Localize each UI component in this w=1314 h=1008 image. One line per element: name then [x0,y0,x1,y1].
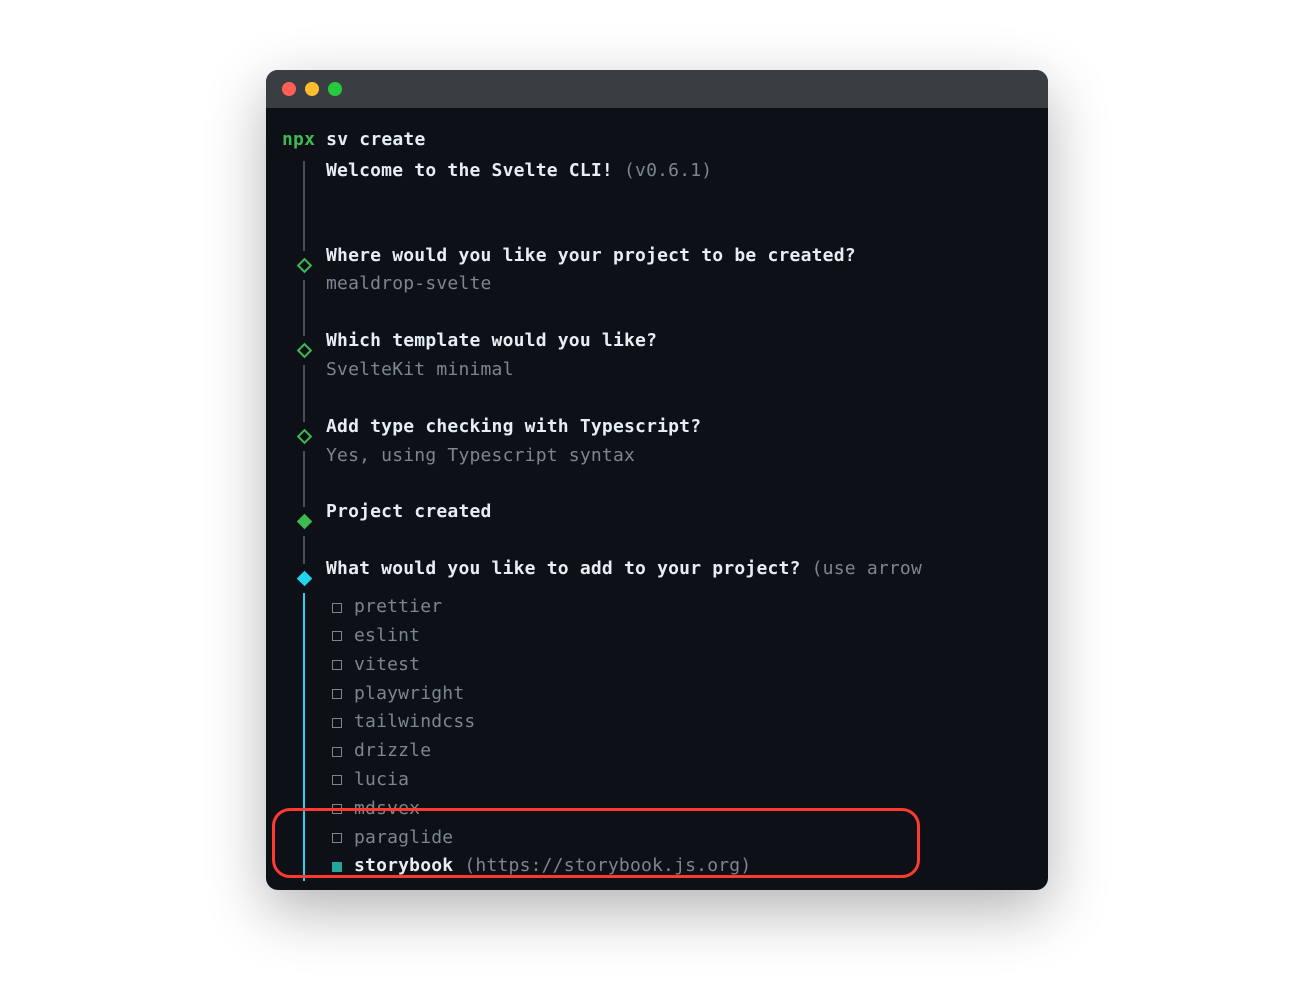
checkbox-empty-icon [332,603,342,613]
diamond-icon [296,343,312,359]
checkbox-empty-icon [332,689,342,699]
option-url: (https://storybook.js.org) [464,855,751,876]
step-question: Where would you like your project to be … [326,242,1032,271]
npx-prefix: npx [282,129,315,150]
option-mdsvex[interactable]: mdsvex [332,795,1032,824]
diamond-icon [296,257,312,273]
step-project-location: Where would you like your project to be … [282,242,1032,328]
diamond-active-icon [296,571,312,587]
step-question: Which template would you like? [326,327,1032,356]
option-label: prettier [354,593,442,622]
checkbox-empty-icon [332,833,342,843]
terminal-body: npx sv create Welcome to the Svelte CLI!… [266,108,1048,890]
option-storybook[interactable]: storybook (https://storybook.js.org) [332,852,1032,881]
checkbox-empty-icon [332,775,342,785]
diamond-filled-icon [296,514,312,530]
option-paraglide[interactable]: paraglide [332,824,1032,853]
checkbox-empty-icon [332,718,342,728]
step-typescript: Add type checking with Typescript? Yes, … [282,413,1032,499]
welcome-version: (v0.6.1) [624,160,712,181]
option-label: drizzle [354,737,431,766]
current-question: What would you like to add to your proje… [326,558,801,579]
option-tailwindcss[interactable]: tailwindcss [332,708,1032,737]
minimize-icon[interactable] [305,82,319,96]
step-project-created: Project created [282,498,1032,555]
option-drizzle[interactable]: drizzle [332,737,1032,766]
terminal-window: npx sv create Welcome to the Svelte CLI!… [266,70,1048,890]
option-playwright[interactable]: playwright [332,680,1032,709]
titlebar [266,70,1048,108]
step-template: Which template would you like? SvelteKit… [282,327,1032,413]
option-eslint[interactable]: eslint [332,622,1032,651]
option-vitest[interactable]: vitest [332,651,1032,680]
maximize-icon[interactable] [328,82,342,96]
welcome-text: Welcome to the Svelte CLI! [326,160,613,181]
step-question: Add type checking with Typescript? [326,413,1032,442]
current-hint: (use arrow [812,558,922,579]
option-label: storybook [354,855,453,876]
checkbox-empty-icon [332,747,342,757]
created-text: Project created [326,498,1032,527]
checkbox-empty-icon [332,631,342,641]
option-label: lucia [354,766,409,795]
option-label: paraglide [354,824,453,853]
step-answer: Yes, using Typescript syntax [326,442,1032,471]
checkbox-filled-icon [332,862,342,872]
step-add-to-project: What would you like to add to your proje… [282,555,1032,593]
checkbox-empty-icon [332,804,342,814]
command-line: npx sv create [282,126,1032,155]
command-text: sv create [326,129,425,150]
option-label: eslint [354,622,420,651]
close-icon[interactable] [282,82,296,96]
option-prettier[interactable]: prettier [332,593,1032,622]
step-answer: SvelteKit minimal [326,356,1032,385]
option-label: mdsvex [354,795,420,824]
option-label: playwright [354,680,464,709]
option-label: tailwindcss [354,708,475,737]
option-lucia[interactable]: lucia [332,766,1032,795]
option-label: vitest [354,651,420,680]
step-answer: mealdrop-svelte [326,270,1032,299]
options-list: prettier eslint vitest playwright tailwi… [282,593,1032,881]
diamond-icon [296,429,312,445]
checkbox-empty-icon [332,660,342,670]
